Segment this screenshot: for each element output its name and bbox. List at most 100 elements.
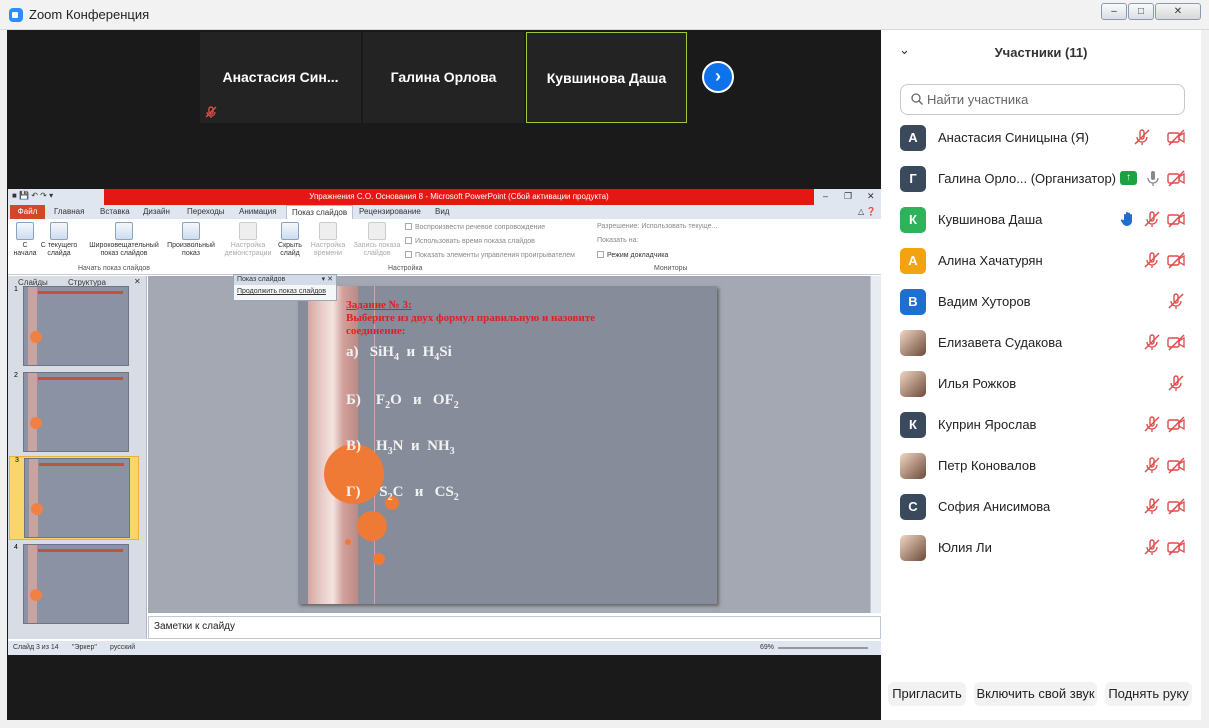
avatar bbox=[900, 371, 926, 397]
participant-row[interactable]: В Вадим Хуторов bbox=[881, 281, 1201, 322]
from-current-button[interactable]: С текущего слайда bbox=[40, 222, 78, 258]
camera-off-icon bbox=[1166, 414, 1186, 434]
slide-option-v: В) H3N и NH3 bbox=[346, 438, 455, 457]
unmute-button[interactable]: Включить свой звук bbox=[974, 682, 1097, 706]
participant-row[interactable]: Юлия Ли bbox=[881, 527, 1201, 568]
participant-row[interactable]: А Алина Хачатурян bbox=[881, 240, 1201, 281]
participant-row[interactable]: С София Анисимова bbox=[881, 486, 1201, 527]
mic-muted-icon bbox=[1166, 373, 1186, 393]
decor-circle bbox=[373, 553, 385, 565]
raised-hand-icon bbox=[1118, 209, 1138, 229]
participants-footer: Пригласить Включить свой звук Поднять ру… bbox=[881, 674, 1201, 714]
custom-show-button[interactable]: Произвольный показ bbox=[164, 222, 218, 258]
tab-home[interactable]: Главная bbox=[54, 207, 84, 216]
resolution-select[interactable]: Разрешение: Использовать текуще... bbox=[597, 223, 717, 230]
editor-scrollbar[interactable] bbox=[870, 276, 881, 613]
video-tile[interactable]: Анастасия Син... bbox=[200, 32, 361, 123]
chevron-down-icon[interactable]: ⌄ bbox=[899, 42, 910, 58]
ribbon: С начала С текущего слайда Широковещател… bbox=[8, 219, 881, 275]
status-zoom[interactable]: 69% bbox=[760, 644, 774, 651]
status-theme: "Эркер" bbox=[72, 644, 97, 651]
video-tile-active-speaker[interactable]: Кувшинова Даша bbox=[526, 32, 687, 123]
narration-checkbox[interactable]: Воспроизвести речевое сопровождение bbox=[405, 223, 545, 231]
record-button[interactable]: Запись показа слайдов bbox=[350, 222, 404, 258]
rehearse-button[interactable]: Настройка времени bbox=[308, 222, 348, 258]
slide-thumbnail[interactable]: 1 bbox=[9, 286, 139, 368]
participant-row[interactable]: К Куприн Ярослав bbox=[881, 404, 1201, 445]
status-slide-count: Слайд 3 из 14 bbox=[13, 644, 59, 651]
tab-file[interactable]: Файл bbox=[10, 205, 45, 219]
tab-view[interactable]: Вид bbox=[435, 207, 449, 216]
participant-search-input[interactable]: Найти участника bbox=[900, 84, 1185, 115]
timer-icon bbox=[319, 222, 337, 240]
invite-button[interactable]: Пригласить bbox=[888, 682, 966, 706]
hide-slide-icon bbox=[281, 222, 299, 240]
broadcast-button[interactable]: Широковещательный показ слайдов bbox=[84, 222, 164, 258]
camera-off-icon bbox=[1166, 537, 1186, 557]
camera-off-icon bbox=[1166, 496, 1186, 516]
participants-title: Участники (11) bbox=[994, 45, 1088, 60]
slide-option-b: Б) F2O и OF2 bbox=[346, 392, 459, 411]
from-start-button[interactable]: С начала bbox=[10, 222, 40, 258]
search-icon bbox=[911, 93, 923, 105]
slideshow-icon bbox=[16, 222, 34, 240]
group-setup-label: Настройка bbox=[388, 265, 423, 272]
resume-slideshow-link[interactable]: Продолжить показ слайдов bbox=[234, 285, 336, 299]
slide-thumbnail[interactable]: 2 bbox=[9, 372, 139, 454]
mic-muted-icon bbox=[1142, 250, 1162, 270]
tab-animation[interactable]: Анимация bbox=[239, 207, 277, 216]
hide-slide-button[interactable]: Скрыть слайд bbox=[275, 222, 305, 258]
decor-circle bbox=[345, 539, 351, 545]
ppt-restore-button[interactable]: ❐ bbox=[844, 191, 852, 202]
help-icon[interactable]: △ ❓ bbox=[858, 207, 876, 216]
participant-row[interactable]: А Анастасия Синицына (Я) bbox=[881, 117, 1201, 158]
setup-show-button[interactable]: Настройка демонстрации bbox=[223, 222, 273, 258]
maximize-button[interactable]: □ bbox=[1128, 3, 1154, 20]
participant-row[interactable]: Петр Коновалов bbox=[881, 445, 1201, 486]
show-on-select[interactable]: Показать на: bbox=[597, 237, 638, 244]
slide-canvas[interactable]: Задание № 3: Выберите из двух формул пра… bbox=[298, 286, 717, 604]
participants-panel: ⌄ Участники (11) Найти участника А Анаста… bbox=[881, 30, 1201, 720]
participant-row[interactable]: Илья Рожков bbox=[881, 363, 1201, 404]
slide-thumbnail-selected[interactable]: 3 bbox=[9, 456, 139, 540]
tab-insert[interactable]: Вставка bbox=[100, 207, 130, 216]
camera-off-icon bbox=[1166, 168, 1186, 188]
participant-row[interactable]: Елизавета Судакова bbox=[881, 322, 1201, 363]
controls-checkbox[interactable]: Показать элементы управления проигрывате… bbox=[405, 251, 575, 259]
next-videos-button[interactable]: › bbox=[702, 61, 734, 93]
close-button[interactable]: ✕ bbox=[1155, 3, 1201, 20]
slideshow-icon bbox=[50, 222, 68, 240]
quick-access-toolbar[interactable]: ■ 💾 ↶ ↷ ▾ bbox=[12, 191, 53, 200]
video-tile-name: Галина Орлова bbox=[390, 69, 497, 85]
avatar bbox=[900, 453, 926, 479]
zoom-slider[interactable] bbox=[778, 647, 868, 649]
participant-name: Куприн Ярослав bbox=[938, 417, 1037, 432]
close-panel-icon[interactable]: ✕ bbox=[134, 277, 141, 286]
mic-muted-icon bbox=[1142, 332, 1162, 352]
raise-hand-button[interactable]: Поднять руку bbox=[1105, 682, 1192, 706]
ppt-close-button[interactable]: ✕ bbox=[867, 191, 875, 202]
tab-slideshow[interactable]: Показ слайдов bbox=[286, 205, 354, 219]
ppt-titlebar: ■ 💾 ↶ ↷ ▾ Упражнения С.О. Основания 8 - … bbox=[8, 189, 881, 205]
tab-transitions[interactable]: Переходы bbox=[187, 207, 225, 216]
participant-row[interactable]: К Кувшинова Даша bbox=[881, 199, 1201, 240]
popup-close-icon[interactable]: ▾ ✕ bbox=[322, 275, 333, 285]
participant-row[interactable]: Г Галина Орло... (Организатор) ↑ bbox=[881, 158, 1201, 199]
slideshow-popup: Показ слайдов ▾ ✕ Продолжить показ слайдо… bbox=[233, 274, 337, 301]
participant-name: Петр Коновалов bbox=[938, 458, 1037, 473]
video-tile[interactable]: Галина Орлова bbox=[363, 32, 524, 123]
avatar: С bbox=[900, 494, 926, 520]
participant-name: Елизавета Судакова bbox=[938, 335, 1063, 350]
mic-muted-icon bbox=[1142, 414, 1162, 434]
notes-field[interactable]: Заметки к слайду bbox=[148, 616, 881, 639]
group-monitors-label: Мониторы bbox=[654, 265, 688, 272]
tab-design[interactable]: Дизайн bbox=[143, 207, 170, 216]
tab-review[interactable]: Рецензирование bbox=[359, 207, 421, 216]
minimize-button[interactable]: – bbox=[1101, 3, 1127, 20]
ppt-minimize-button[interactable]: – bbox=[823, 191, 828, 201]
slide-option-g: Г) S2C и CS2 bbox=[346, 484, 459, 503]
slide-instruction: Выберите из двух формул правильную и наз… bbox=[346, 312, 596, 324]
timings-checkbox[interactable]: Использовать время показа слайдов bbox=[405, 237, 535, 245]
slide-thumbnail[interactable]: 4 bbox=[9, 544, 139, 626]
presenter-view-checkbox[interactable]: Режим докладчика bbox=[597, 251, 668, 259]
